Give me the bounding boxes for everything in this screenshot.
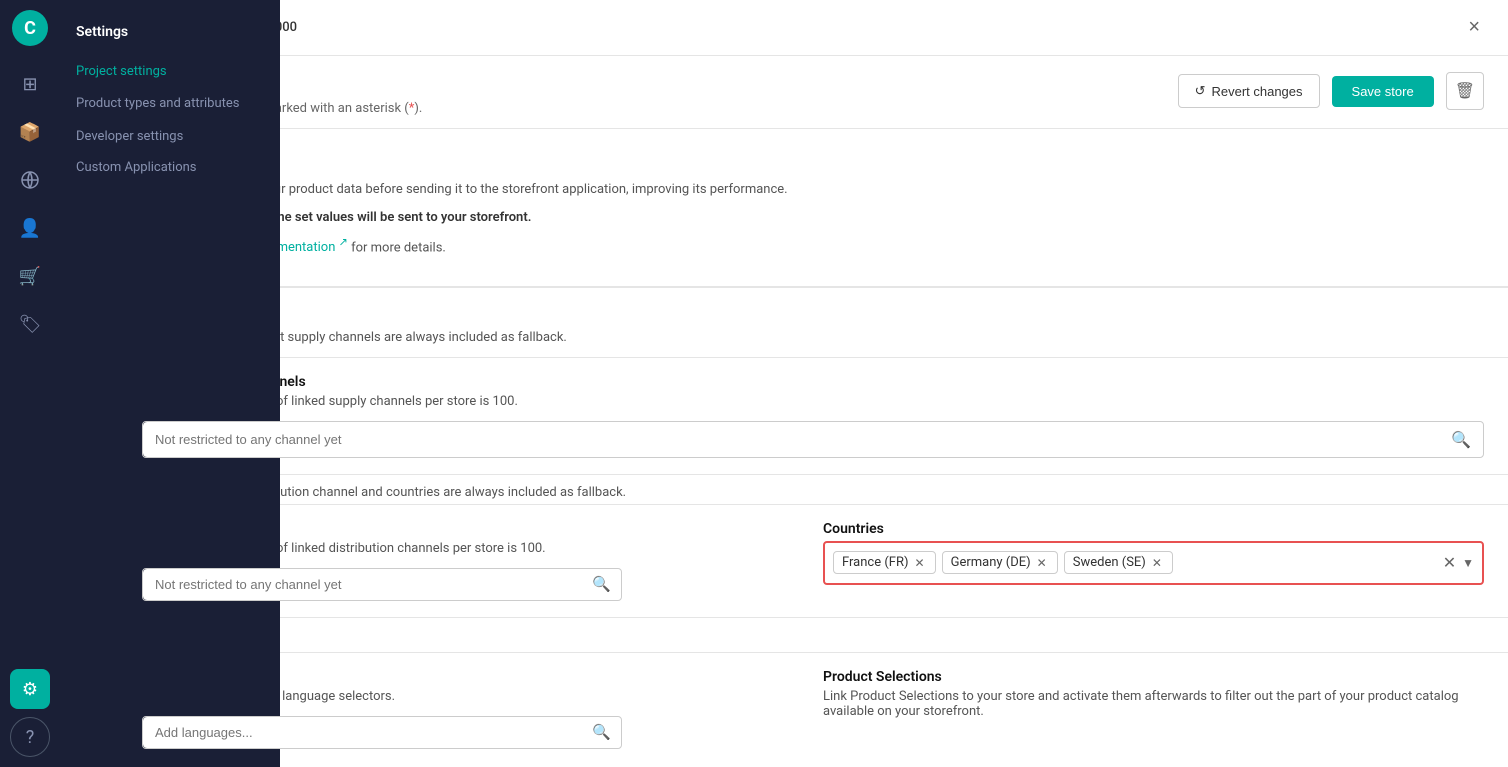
info-text: Automatically filters your product data … — [142, 180, 1484, 200]
store-settings-header[interactable]: ▼ Store settings — [118, 129, 1508, 180]
tag-sweden: Sweden (SE) ✕ — [1064, 551, 1173, 574]
sidebar-icon-settings[interactable]: ⚙ — [10, 669, 50, 709]
filters-inventory-label: Filters: inventory entries — [118, 287, 1508, 322]
store-settings-section: ▼ Store settings Automatically filters y… — [118, 129, 1508, 287]
tag-france-label: France (FR) — [842, 555, 909, 570]
sidebar-icon-customers[interactable]: 👤 — [10, 208, 50, 248]
sidebar-item-product-types[interactable]: Product types and attributes — [60, 87, 280, 121]
save-button[interactable]: Save store — [1332, 76, 1434, 107]
sidebar-icon-help[interactable]: ? — [10, 717, 50, 757]
external-link-icon: ↗ — [339, 236, 348, 249]
countries-block: Countries France (FR) ✕ Germany (DE) ✕ — [823, 521, 1484, 601]
settings-sidebar-title: Settings — [60, 16, 280, 56]
sidebar-item-project-settings[interactable]: Project settings — [60, 56, 280, 87]
countries-clear-button[interactable]: ✕ — [1443, 553, 1456, 573]
countries-select[interactable]: France (FR) ✕ Germany (DE) ✕ Sweden (SE)… — [823, 541, 1484, 585]
sidebar-icon-catalog[interactable]: 📦 — [10, 112, 50, 152]
supply-channels-search-wrap: 🔍 — [142, 421, 1484, 458]
supply-channels-block: Inventory supply channels The maximum am… — [118, 357, 1508, 474]
bottom-two-col: Languages The list order is used by lang… — [118, 652, 1508, 765]
countries-dropdown-button[interactable]: ▼ — [1462, 556, 1474, 570]
revert-button[interactable]: ↺ Revert changes — [1178, 74, 1320, 108]
inventory-fallback-text: Inventory entries without supply channel… — [118, 322, 1508, 357]
revert-icon: ↺ — [1195, 83, 1206, 99]
sidebar-icon-tags[interactable]: 🏷 — [10, 304, 50, 344]
doc-line: Visit our Platform Documentation ↗ for m… — [142, 235, 1484, 258]
sidebar-item-developer-settings[interactable]: Developer settings — [60, 121, 280, 152]
modal-panel: ‹ Go back / store-300000 × store-300000 … — [118, 0, 1508, 767]
sidebar-icon-channels[interactable] — [10, 160, 50, 200]
sidebar-item-custom-applications[interactable]: Custom Applications — [60, 152, 280, 183]
warning-line: ⚠ Only data matching the set values will… — [142, 208, 1484, 228]
settings-secondary-sidebar: Settings Project settings Product types … — [60, 0, 280, 767]
product-selections-subtitle: Link Product Selections to your store an… — [823, 689, 1484, 719]
modal-overlay: Settings Project settings Product types … — [60, 0, 1508, 767]
tag-germany: Germany (DE) ✕ — [942, 551, 1058, 574]
countries-title: Countries — [823, 521, 1484, 537]
modal-body: ▼ Store settings Automatically filters y… — [118, 129, 1508, 767]
sidebar-icon-dashboard[interactable]: ⊞ — [10, 64, 50, 104]
modal-actions: ↺ Revert changes Save store 🗑 — [1178, 72, 1484, 110]
tag-france: France (FR) ✕ — [833, 551, 936, 574]
filters-products-label: Filters: products — [118, 617, 1508, 652]
delete-button[interactable]: 🗑 — [1446, 72, 1484, 110]
supply-search-icon: 🔍 — [1451, 430, 1471, 449]
tag-sweden-remove[interactable]: ✕ — [1150, 556, 1164, 570]
tag-france-remove[interactable]: ✕ — [913, 556, 927, 570]
app-logo: C — [12, 10, 48, 46]
dist-fallback-text: Products without distribution channel an… — [118, 474, 1508, 504]
supply-channels-input[interactable] — [143, 422, 1483, 457]
tag-sweden-label: Sweden (SE) — [1073, 555, 1146, 570]
trash-icon: 🗑 — [1455, 83, 1475, 100]
product-selections-block: Product Selections Link Product Selectio… — [823, 669, 1484, 749]
tag-germany-label: Germany (DE) — [951, 555, 1031, 570]
languages-search-wrap: 🔍 — [142, 716, 622, 749]
supply-channels-subtitle: The maximum amount of linked supply chan… — [142, 394, 1484, 409]
main-content-area: Settings Stores sto... sto... sto... sto… — [60, 0, 1508, 767]
countries-select-controls: ✕ ▼ — [1443, 553, 1474, 573]
sidebar-icon-orders[interactable]: 🛒 — [10, 256, 50, 296]
close-button[interactable]: × — [1464, 12, 1484, 43]
languages-search-icon: 🔍 — [592, 723, 611, 741]
store-settings-content: Automatically filters your product data … — [118, 180, 1508, 286]
languages-input[interactable] — [143, 717, 621, 748]
dist-channels-input[interactable] — [143, 569, 621, 600]
narrow-sidebar: C ⊞ 📦 👤 🛒 🏷 ⚙ ? — [0, 0, 60, 767]
revert-label: Revert changes — [1211, 84, 1302, 99]
modal-title-area: store-300000 Mandatory fields are marked… — [118, 56, 1508, 129]
dist-search-wrap: 🔍 — [142, 568, 622, 601]
modal-header: ‹ Go back / store-300000 × — [118, 0, 1508, 56]
product-selections-title: Product Selections — [823, 669, 1484, 685]
supply-channels-title: Inventory supply channels — [142, 374, 1484, 390]
tag-germany-remove[interactable]: ✕ — [1035, 556, 1049, 570]
dist-search-icon: 🔍 — [592, 575, 611, 593]
two-col-layout: Distribution channels The maximum amount… — [118, 504, 1508, 617]
